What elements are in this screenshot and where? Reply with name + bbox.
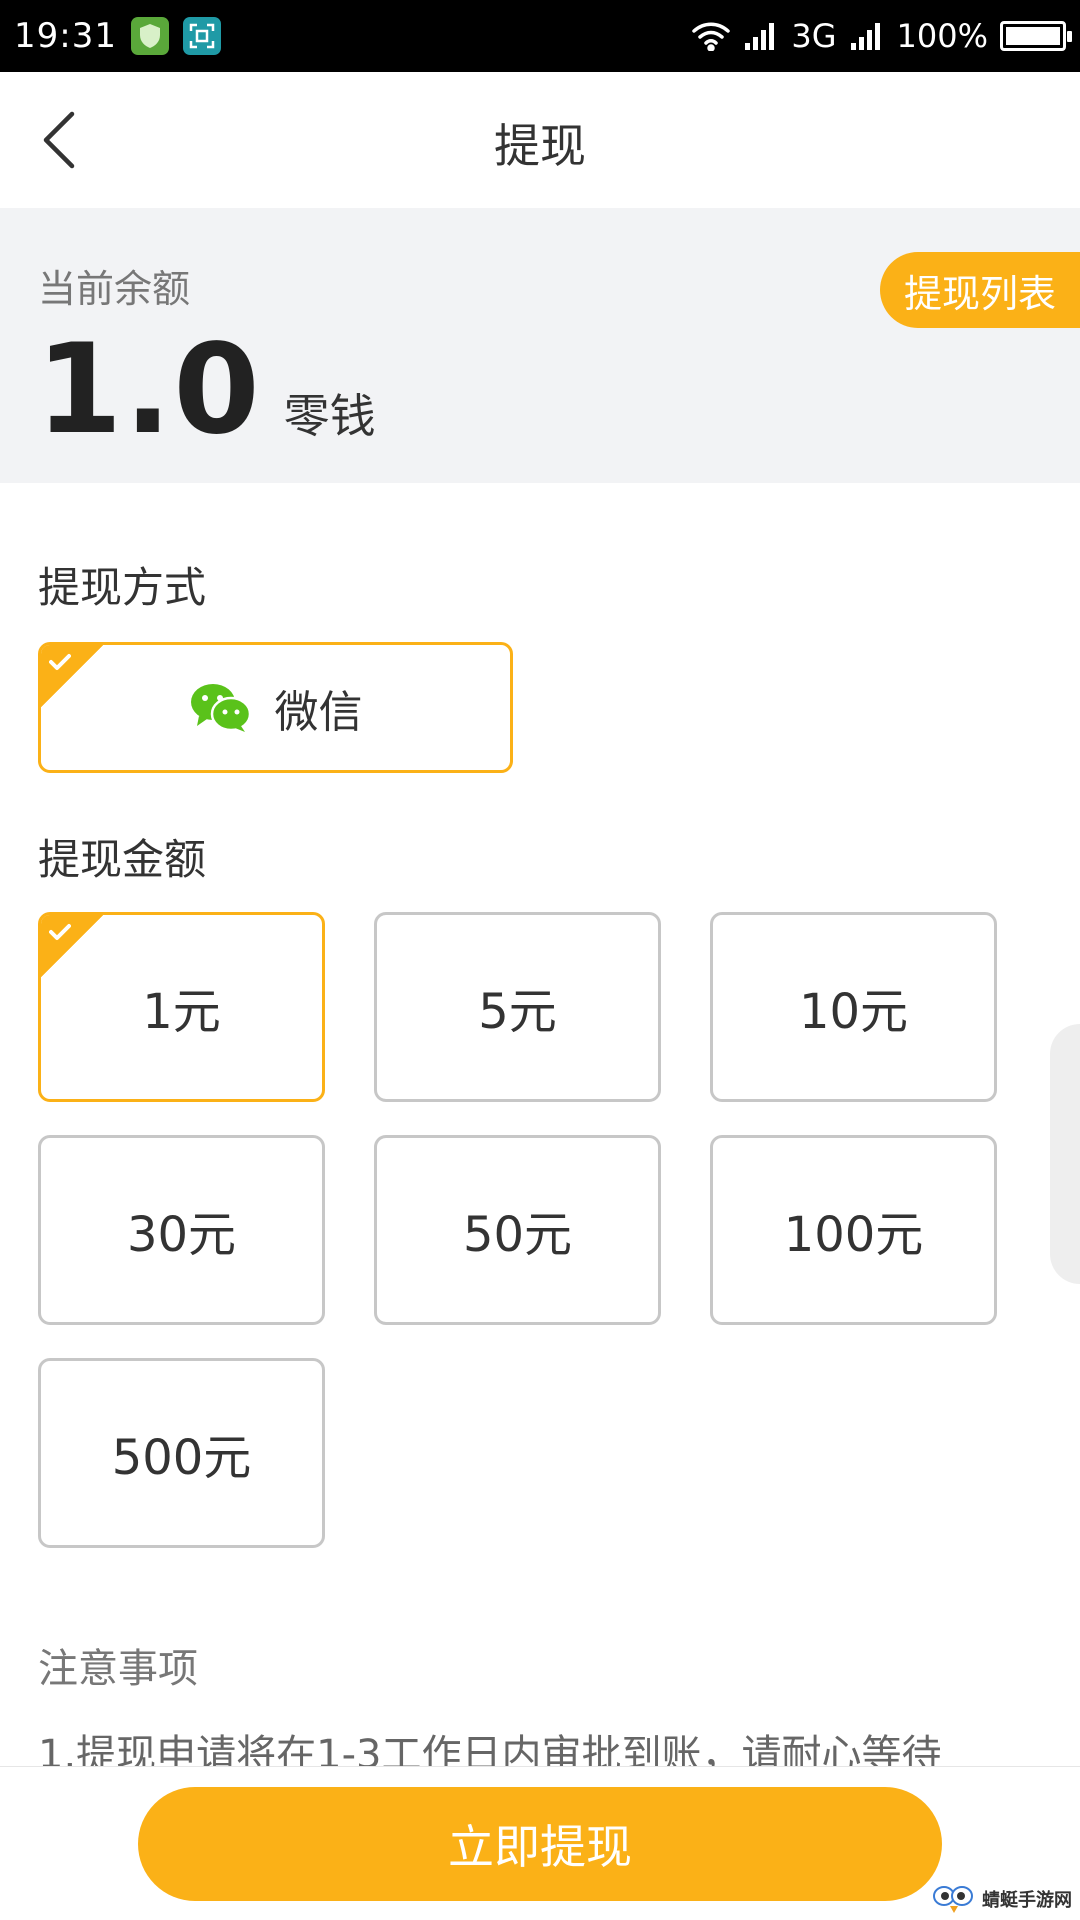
balance-amount: 1.0	[36, 318, 262, 462]
amount-option-50[interactable]: 50元	[374, 1135, 661, 1325]
status-indicators: 3G 100%	[691, 17, 1072, 55]
wechat-icon	[189, 682, 253, 734]
amount-option-100[interactable]: 100元	[710, 1135, 997, 1325]
amount-label: 10元	[798, 984, 909, 1040]
wifi-icon	[692, 22, 731, 51]
status-bar: 19:31 3G 100%	[0, 0, 1080, 72]
watermark: 蜻蜓手游网	[932, 1884, 1072, 1914]
bottom-bar: 立即提现	[0, 1766, 1080, 1920]
amount-label: 50元	[462, 1207, 573, 1263]
network-type: 3G	[791, 17, 837, 55]
watermark-text: 蜻蜓手游网	[982, 1890, 1072, 1911]
amount-option-30[interactable]: 30元	[38, 1135, 325, 1325]
dragonfly-logo-icon	[933, 1886, 973, 1913]
notice-title: 注意事项	[38, 1646, 198, 1692]
amount-label: 100元	[783, 1207, 924, 1263]
amount-option-500[interactable]: 500元	[38, 1358, 325, 1548]
method-label: 微信	[274, 686, 363, 738]
balance-unit: 零钱	[283, 389, 376, 443]
balance-label: 当前余额	[38, 267, 191, 311]
amount-label: 500元	[111, 1430, 252, 1486]
balance-row: 1.0 零钱	[36, 328, 376, 452]
page-title: 提现	[494, 119, 586, 173]
submit-withdraw-button[interactable]: 立即提现	[138, 1787, 942, 1901]
amount-title: 提现金额	[38, 835, 207, 884]
app-header: 提现	[0, 72, 1080, 208]
balance-section: 当前余额 1.0 零钱 提现列表	[0, 208, 1080, 483]
method-title: 提现方式	[38, 563, 207, 612]
signal-icon	[850, 23, 880, 50]
withdraw-list-button[interactable]: 提现列表	[880, 252, 1080, 328]
scan-app-icon	[182, 17, 221, 55]
shield-app-icon	[130, 17, 169, 55]
status-time: 19:31	[14, 16, 117, 56]
method-option-wechat[interactable]: 微信	[38, 642, 513, 773]
signal-icon	[745, 23, 775, 50]
amount-option-10[interactable]: 10元	[710, 912, 997, 1102]
battery-percent: 100%	[896, 17, 988, 55]
selected-check-icon	[41, 645, 103, 707]
amount-label: 5元	[478, 984, 557, 1040]
selected-check-icon	[41, 915, 103, 977]
amount-label: 30元	[126, 1207, 237, 1263]
withdraw-page: 19:31 3G 100% 提现 当前余额 1.0 零钱 提现列表 提现方式 微…	[0, 0, 1080, 1920]
amount-label: 1元	[142, 984, 221, 1040]
amount-option-1[interactable]: 1元	[38, 912, 325, 1102]
side-drawer-handle[interactable]	[1050, 1024, 1080, 1284]
battery-icon	[1000, 21, 1072, 51]
amount-option-5[interactable]: 5元	[374, 912, 661, 1102]
